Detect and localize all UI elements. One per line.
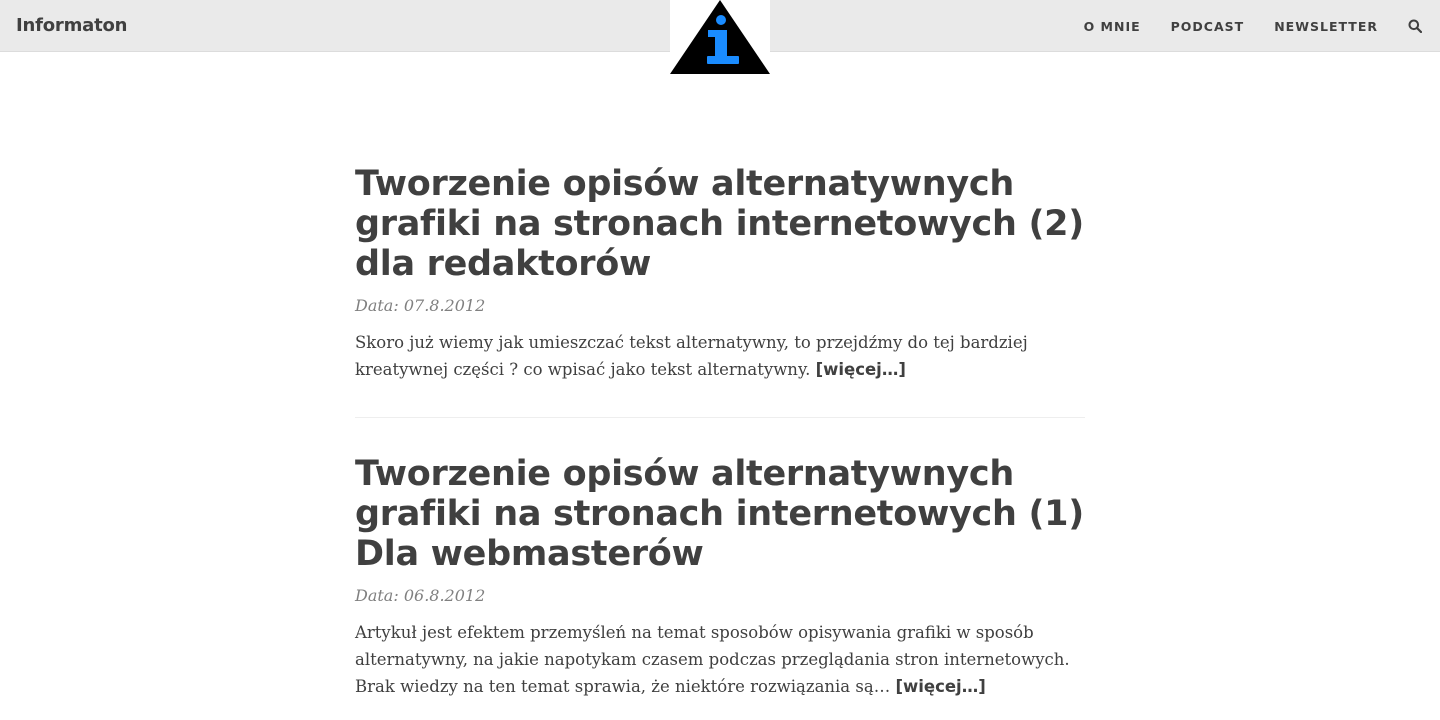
excerpt-text: Skoro już wiemy jak umieszczać tekst alt… bbox=[355, 333, 1028, 379]
nav-link-podcast[interactable]: PODCAST bbox=[1171, 19, 1245, 34]
post-title-link[interactable]: Tworzenie opisów alternatywnych grafiki … bbox=[355, 164, 1084, 284]
post-meta: Data: 06.8.2012 bbox=[355, 586, 1085, 605]
post-date: 06.8.2012 bbox=[403, 586, 486, 605]
nav-link-o-mnie[interactable]: O MNIE bbox=[1084, 19, 1141, 34]
post-title-link[interactable]: Tworzenie opisów alternatywnych grafiki … bbox=[355, 454, 1084, 574]
date-label: Data: bbox=[355, 586, 399, 605]
brand-link[interactable]: Informaton bbox=[16, 15, 127, 36]
post-title: Tworzenie opisów alternatywnych grafiki … bbox=[355, 164, 1085, 284]
site-logo[interactable] bbox=[670, 0, 770, 76]
nav-links: O MNIE PODCAST NEWSLETTER bbox=[1054, 18, 1424, 34]
post-preview: Tworzenie opisów alternatywnych grafiki … bbox=[355, 454, 1085, 700]
post-excerpt: Skoro już wiemy jak umieszczać tekst alt… bbox=[355, 329, 1085, 383]
post-list: Tworzenie opisów alternatywnych grafiki … bbox=[355, 164, 1085, 700]
post-date: 07.8.2012 bbox=[403, 296, 486, 315]
read-more-link[interactable]: [więcej…] bbox=[816, 360, 906, 379]
post-title: Tworzenie opisów alternatywnych grafiki … bbox=[355, 454, 1085, 574]
search-icon[interactable] bbox=[1408, 18, 1424, 34]
post-excerpt: Artykuł jest efektem przemyśleń na temat… bbox=[355, 619, 1085, 700]
post-preview: Tworzenie opisów alternatywnych grafiki … bbox=[355, 164, 1085, 383]
post-divider bbox=[355, 417, 1085, 418]
date-label: Data: bbox=[355, 296, 399, 315]
read-more-link[interactable]: [więcej…] bbox=[895, 677, 985, 696]
info-triangle-icon bbox=[670, 0, 770, 74]
nav-link-newsletter[interactable]: NEWSLETTER bbox=[1274, 19, 1378, 34]
post-meta: Data: 07.8.2012 bbox=[355, 296, 1085, 315]
